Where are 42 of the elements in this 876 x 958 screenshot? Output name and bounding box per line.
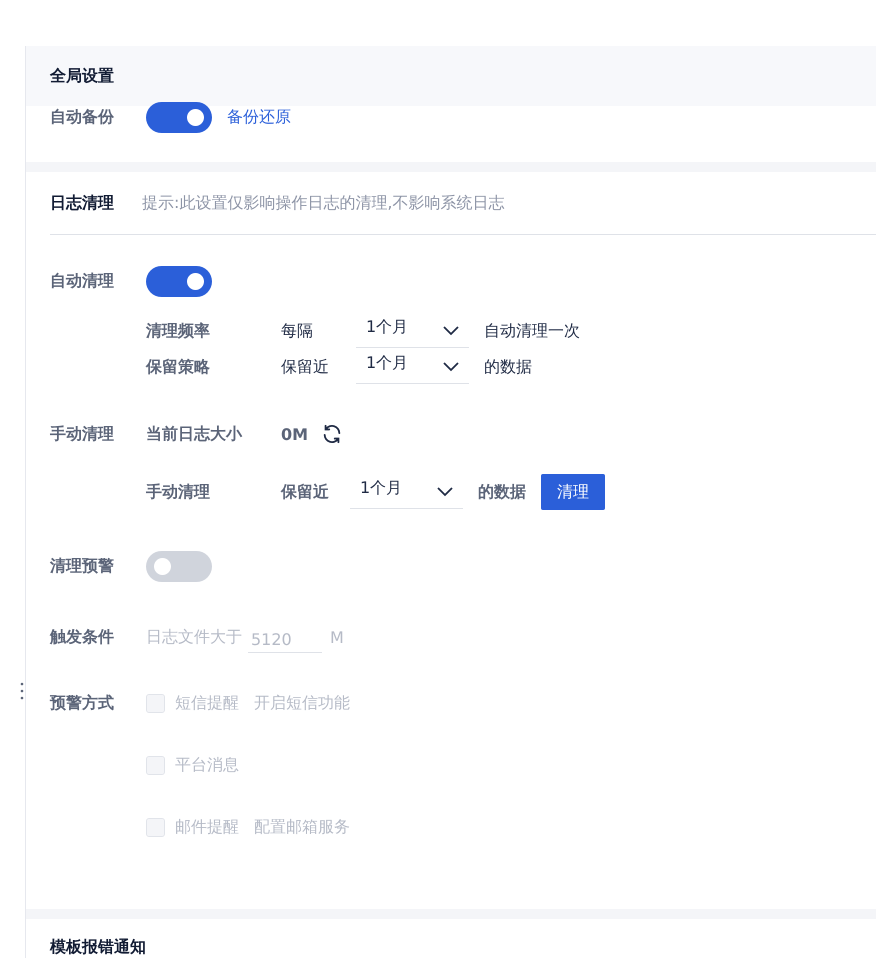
option-label: 短信提醒	[175, 692, 239, 714]
suffix-text: 自动清理一次	[484, 320, 580, 342]
sub-label: 保留策略	[146, 356, 211, 378]
option-label: 平台消息	[175, 754, 239, 776]
checkbox[interactable]	[146, 756, 165, 774]
toggle-switch[interactable]	[146, 102, 212, 132]
section-title: 日志清理	[50, 192, 114, 214]
unit-text: M	[330, 628, 344, 646]
chevron-down-icon	[443, 326, 459, 336]
prefix-text: 每隔	[281, 320, 314, 342]
hint-text: 提示:此设置仅影响操作日志的清理,不影响系统日志	[142, 192, 504, 214]
field-label: 自动清理	[50, 271, 115, 292]
prefix-text: 保留近	[281, 482, 330, 502]
clean-button[interactable]: 清理	[541, 474, 605, 510]
period-select[interactable]: 1个月	[356, 350, 469, 384]
sub-label: 手动清理	[146, 482, 211, 502]
chevron-down-icon	[443, 362, 459, 372]
option-label: 邮件提醒	[175, 816, 239, 838]
period-select[interactable]: 1个月	[356, 314, 469, 348]
chevron-down-icon	[437, 486, 453, 496]
field-label: 预警方式	[50, 692, 115, 714]
backup-restore-link[interactable]: 备份还原	[227, 106, 291, 128]
prefix-text: 保留近	[281, 356, 330, 378]
drag-handle-icon[interactable]	[20, 682, 24, 700]
field-label: 手动清理	[50, 424, 115, 444]
period-select[interactable]: 1个月	[350, 475, 463, 509]
section-title: 模板报错通知	[50, 937, 146, 956]
refresh-icon[interactable]	[321, 423, 343, 445]
field-label: 自动备份	[50, 106, 115, 128]
sub-label: 当前日志大小	[146, 424, 244, 444]
toggle-switch[interactable]	[146, 550, 212, 582]
checkbox[interactable]	[146, 694, 165, 712]
section-title: 全局设置	[50, 66, 114, 86]
checkbox[interactable]	[146, 818, 165, 836]
sub-label: 清理频率	[146, 320, 211, 342]
field-label: 清理预警	[50, 556, 115, 576]
log-size-value: 0M	[281, 424, 310, 444]
suffix-text: 的数据	[484, 356, 532, 378]
suffix-text: 的数据	[478, 482, 526, 502]
field-label: 触发条件	[50, 626, 115, 648]
toggle-switch[interactable]	[146, 266, 212, 297]
prefix-text: 日志文件大于	[146, 626, 242, 648]
